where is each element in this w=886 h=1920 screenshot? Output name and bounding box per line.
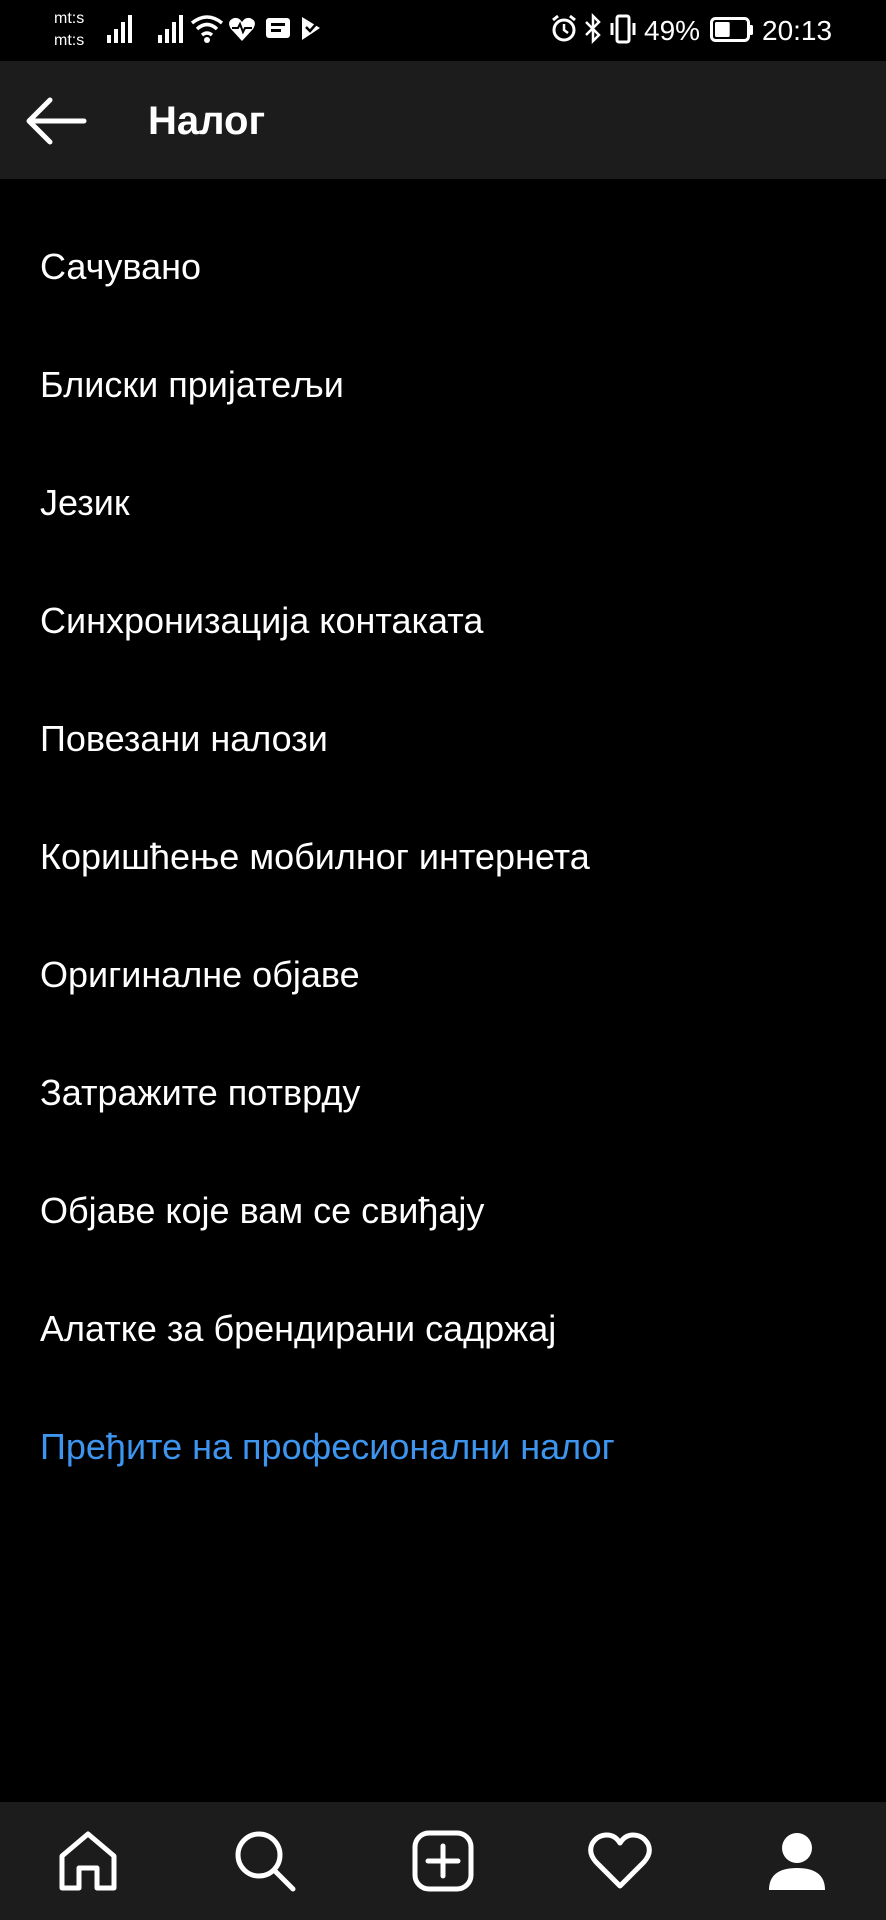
battery-icon [710, 17, 753, 42]
menu-item-original-posts[interactable]: Оригиналне објаве [0, 916, 886, 1034]
nav-profile-button[interactable] [764, 1828, 830, 1894]
top-app-bar: Налог [0, 61, 886, 179]
clock: 20:13 [762, 15, 833, 46]
account-menu-list: Сачувано Блиски пријатељи Језик Синхрони… [0, 208, 886, 1506]
signal-icon [158, 15, 183, 43]
home-icon [59, 1831, 117, 1891]
nav-activity-button[interactable] [587, 1828, 653, 1894]
bluetooth-icon [585, 13, 601, 45]
back-button[interactable] [22, 91, 94, 151]
menu-item-contacts-syncing[interactable]: Синхронизација контаката [0, 562, 886, 680]
menu-item-cellular-data-use[interactable]: Коришћење мобилног интернета [0, 798, 886, 916]
menu-item-close-friends[interactable]: Блиски пријатељи [0, 326, 886, 444]
menu-item-saved[interactable]: Сачувано [0, 208, 886, 326]
alarm-icon [552, 14, 576, 42]
message-icon [266, 18, 290, 38]
nav-home-button[interactable] [55, 1828, 121, 1894]
menu-item-posts-you-liked[interactable]: Објаве које вам се свиђају [0, 1152, 886, 1270]
menu-item-language[interactable]: Језик [0, 444, 886, 562]
heart-icon [588, 1832, 652, 1889]
nav-new-post-button[interactable] [410, 1828, 476, 1894]
play-icon [302, 17, 320, 40]
bottom-navigation [0, 1802, 886, 1920]
carrier-1-label: mt:s [54, 10, 85, 27]
health-icon [229, 17, 255, 41]
profile-icon [769, 1833, 825, 1890]
signal-icon [107, 15, 132, 43]
status-bar: mt:s mt:s 49% 20:13 [0, 0, 886, 61]
menu-item-branded-content-tools[interactable]: Алатке за брендирани садржај [0, 1270, 886, 1388]
add-post-icon [412, 1830, 474, 1892]
battery-percent: 49% [644, 15, 701, 46]
nav-search-button[interactable] [232, 1828, 298, 1894]
arrow-left-icon [26, 97, 87, 145]
page-title: Налог [148, 99, 266, 143]
wifi-icon [190, 15, 224, 43]
search-icon [235, 1831, 296, 1892]
carrier-labels: mt:s mt:s [54, 8, 84, 52]
vibrate-icon [610, 14, 636, 44]
switch-to-professional-link[interactable]: Пређите на професионални налог [0, 1388, 886, 1506]
menu-item-request-verification[interactable]: Затражите потврду [0, 1034, 886, 1152]
carrier-2-label: mt:s [54, 32, 85, 49]
menu-item-linked-accounts[interactable]: Повезани налози [0, 680, 886, 798]
